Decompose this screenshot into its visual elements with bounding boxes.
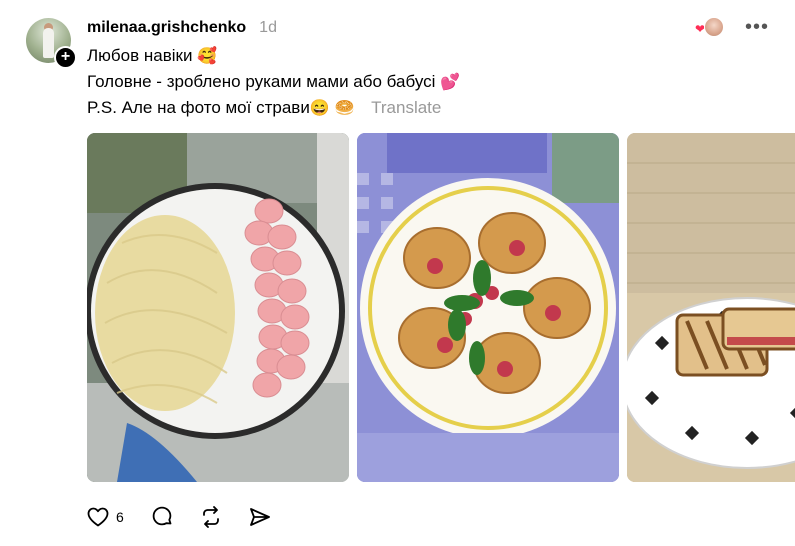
like-count: 6 <box>116 509 124 525</box>
post-header: milenaa.grishchenko 1d <box>87 16 277 40</box>
photo-syrniki-image <box>357 133 619 482</box>
caption-text-3: P.S. Але на фото мої страви <box>87 98 310 117</box>
caption-text-2: Головне - зроблено руками мами або бабус… <box>87 72 436 91</box>
caption-text-1: Любов навіки <box>87 46 193 65</box>
liked-by-indicator[interactable]: ❤ <box>695 16 724 38</box>
username-link[interactable]: milenaa.grishchenko <box>87 19 246 37</box>
thread-post: + milenaa.grishchenko 1d ❤ ••• Любов нав… <box>0 0 795 546</box>
comment-button[interactable] <box>151 506 173 528</box>
share-button[interactable] <box>249 506 271 528</box>
photo-sandwich-image <box>627 133 795 482</box>
repost-icon <box>202 506 219 528</box>
more-options-icon[interactable]: ••• <box>745 17 769 37</box>
photo-carousel[interactable] <box>87 133 795 482</box>
post-top-right: ❤ ••• <box>695 16 769 38</box>
comment-icon <box>152 506 172 526</box>
user-avatar[interactable]: + <box>26 18 77 69</box>
repost-button[interactable] <box>200 506 222 528</box>
follow-plus-icon[interactable]: + <box>54 46 77 69</box>
smiling-hearts-emoji: 🥰 <box>197 48 218 65</box>
caption-line-2: Головне - зроблено руками мами або бабус… <box>87 72 460 92</box>
post-actions: 6 <box>87 506 298 528</box>
liker-avatar <box>703 17 724 37</box>
like-button[interactable]: 6 <box>87 507 124 527</box>
grinning-emoji: 😄 <box>309 100 330 117</box>
caption-line-1: Любов навіки 🥰 <box>87 46 217 66</box>
send-icon <box>249 508 270 526</box>
caption-line-3: P.S. Але на фото мої страви😄 🥯 Translate <box>87 98 441 118</box>
two-hearts-emoji: 💕 <box>440 74 461 91</box>
photo-spaghetti-image <box>87 133 349 482</box>
photo-syrniki[interactable] <box>357 133 619 482</box>
translate-link[interactable]: Translate <box>371 98 441 117</box>
avatar-body <box>43 28 54 58</box>
post-timestamp[interactable]: 1d <box>259 19 277 37</box>
photo-spaghetti[interactable] <box>87 133 349 482</box>
photo-sandwich[interactable] <box>627 133 795 482</box>
bagel-emoji: 🥯 <box>334 100 355 117</box>
heart-icon <box>87 507 109 527</box>
